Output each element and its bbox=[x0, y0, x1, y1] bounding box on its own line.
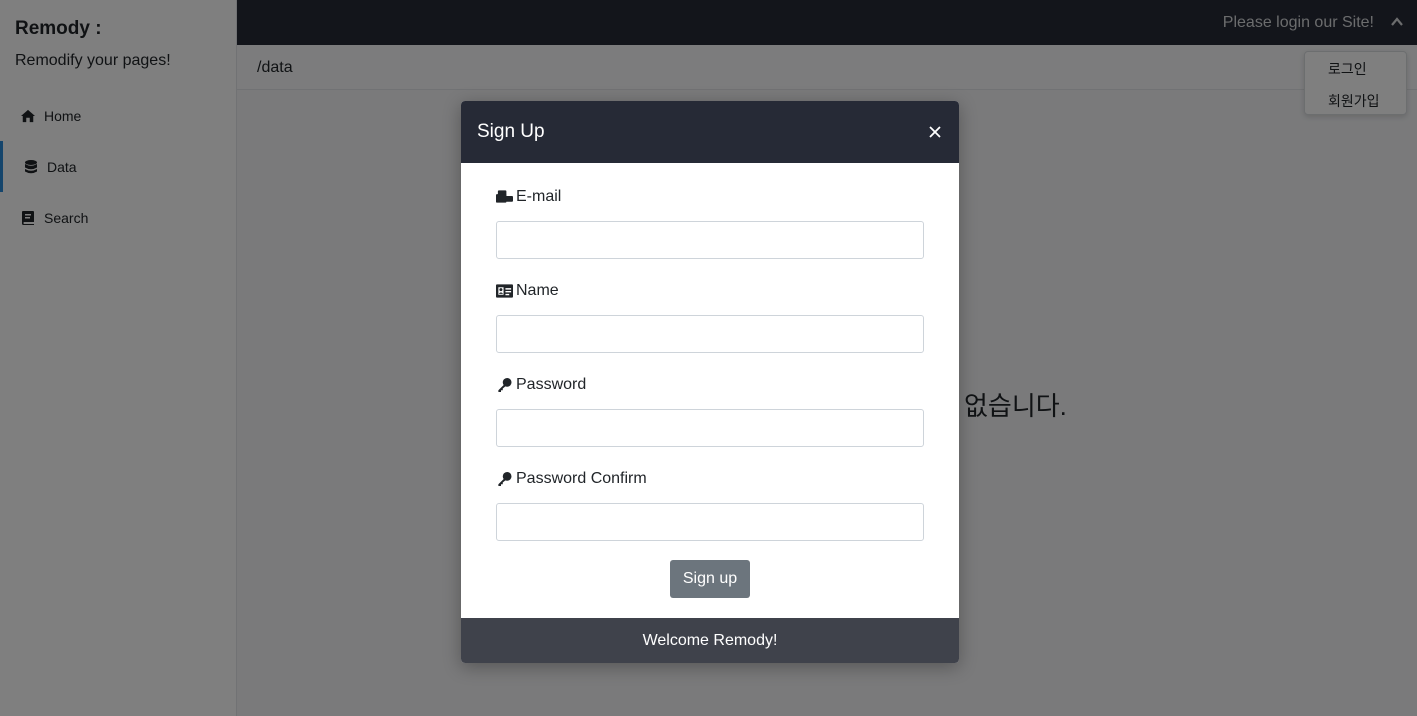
name-field-group: Name bbox=[496, 281, 924, 353]
email-input[interactable] bbox=[496, 221, 924, 259]
key-icon bbox=[496, 377, 516, 393]
key-icon bbox=[496, 471, 516, 487]
modal-title: Sign Up bbox=[477, 121, 545, 142]
email-label: E-mail bbox=[496, 187, 924, 207]
name-input[interactable] bbox=[496, 315, 924, 353]
password-label: Password bbox=[496, 375, 924, 395]
password-field-group: Password bbox=[496, 375, 924, 447]
id-card-icon bbox=[496, 283, 516, 299]
password-confirm-input[interactable] bbox=[496, 503, 924, 541]
password-input[interactable] bbox=[496, 409, 924, 447]
email-field-group: E-mail bbox=[496, 187, 924, 259]
modal-header: Sign Up bbox=[461, 101, 959, 163]
password-confirm-field-group: Password Confirm bbox=[496, 469, 924, 541]
signup-modal: Sign Up E-mail Name Password Password Co… bbox=[461, 101, 959, 663]
password-confirm-label: Password Confirm bbox=[496, 469, 924, 489]
name-label: Name bbox=[496, 281, 924, 301]
welcome-text: Welcome Remody! bbox=[642, 632, 778, 649]
sign-up-button[interactable]: Sign up bbox=[670, 560, 750, 598]
modal-body: E-mail Name Password Password Confirm Si… bbox=[461, 163, 959, 618]
mail-bulk-icon bbox=[496, 189, 516, 205]
modal-footer: Welcome Remody! bbox=[461, 618, 959, 663]
close-icon[interactable] bbox=[928, 125, 942, 139]
